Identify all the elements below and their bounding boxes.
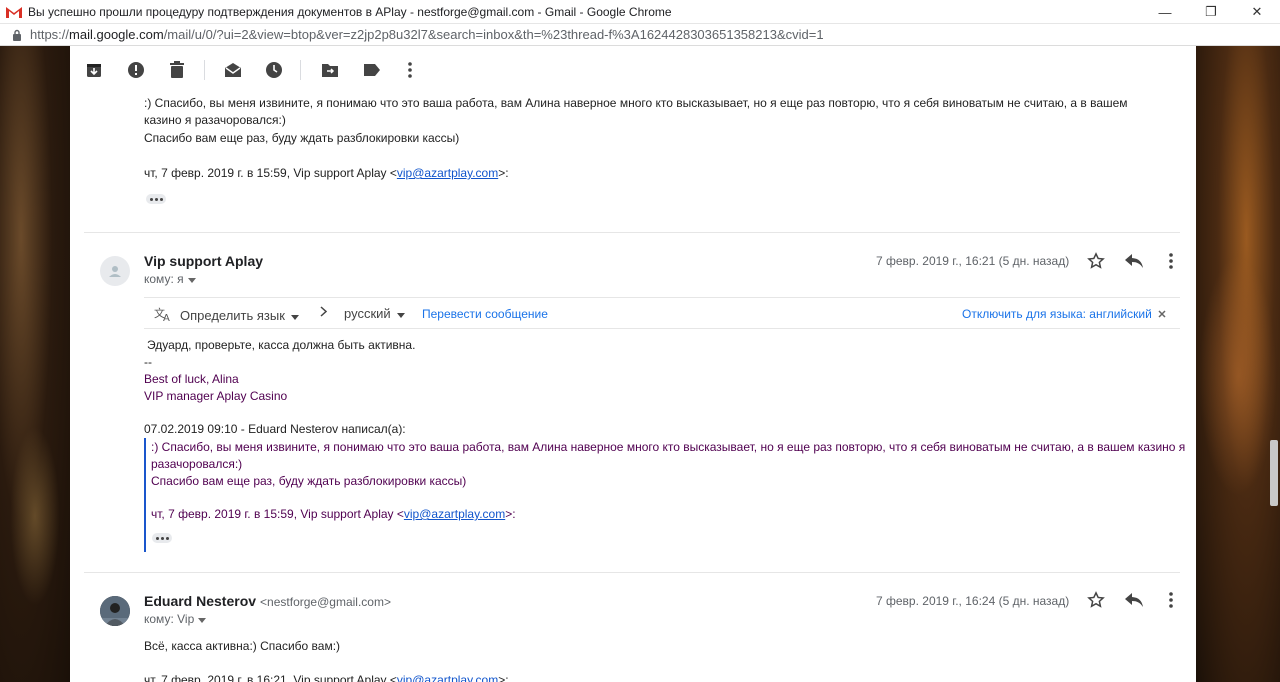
quoted-text-line: казино я разачоровался:) bbox=[144, 113, 286, 127]
email-link[interactable]: vip@azartplay.com bbox=[397, 673, 498, 682]
thread-toolbar bbox=[70, 46, 1196, 94]
toolbar-divider bbox=[300, 60, 301, 80]
window-titlebar: Вы успешно прошли процедуру подтверждени… bbox=[0, 0, 1280, 24]
signature-dash: -- bbox=[144, 355, 152, 369]
attribution-prefix: чт, 7 февр. 2019 г. в 16:21, Vip support… bbox=[144, 673, 397, 682]
more-vert-icon[interactable] bbox=[1160, 589, 1182, 611]
window-controls: — ❐ ✕ bbox=[1142, 0, 1280, 24]
more-vert-icon[interactable] bbox=[1160, 250, 1182, 272]
star-icon[interactable] bbox=[1085, 589, 1107, 611]
url-path: /mail/u/0/?ui=2&view=btop&ver=z2jp2p8u32… bbox=[163, 27, 824, 42]
attribution-suffix: >: bbox=[505, 507, 516, 521]
reply-icon[interactable] bbox=[1123, 589, 1145, 611]
wallpaper-left bbox=[0, 46, 70, 682]
url-scheme: https:// bbox=[30, 27, 70, 42]
sender-name[interactable]: Eduard Nesterov <nestforge@gmail.com> bbox=[144, 593, 391, 609]
message-body: Эдуард, проверьте, касса должна быть акт… bbox=[147, 338, 416, 352]
email-thread-panel: :) Спасибо, вы меня извините, я понимаю … bbox=[70, 46, 1196, 682]
label-icon[interactable] bbox=[362, 60, 382, 80]
email-link[interactable]: vip@azartplay.com bbox=[404, 507, 505, 521]
minimize-button[interactable]: — bbox=[1142, 0, 1188, 24]
archive-icon[interactable] bbox=[84, 60, 104, 80]
close-icon[interactable] bbox=[1158, 306, 1166, 321]
wallpaper-right bbox=[1196, 46, 1280, 682]
delete-icon[interactable] bbox=[167, 60, 187, 80]
disable-language-link[interactable]: Отключить для языка: английский bbox=[962, 306, 1166, 321]
mark-unread-icon[interactable] bbox=[223, 60, 243, 80]
signature-line: Best of luck, Alina bbox=[144, 372, 239, 386]
translate-message-link[interactable]: Перевести сообщение bbox=[422, 307, 548, 321]
address-bar[interactable]: https://mail.google.com/mail/u/0/?ui=2&v… bbox=[0, 24, 1280, 46]
attribution-prefix: чт, 7 февр. 2019 г. в 15:59, Vip support… bbox=[144, 166, 397, 180]
gmail-logo-icon bbox=[6, 4, 22, 20]
email-link[interactable]: vip@azartplay.com bbox=[397, 166, 498, 180]
recipient-line[interactable]: кому: Vip bbox=[144, 612, 207, 626]
recipient-text: кому: Vip bbox=[144, 612, 195, 626]
report-spam-icon[interactable] bbox=[126, 60, 146, 80]
attribution-prefix: чт, 7 февр. 2019 г. в 15:59, Vip support… bbox=[151, 507, 404, 521]
sender-name[interactable]: Vip support Aplay bbox=[144, 253, 263, 269]
quote-bar bbox=[144, 438, 146, 552]
detect-language-dropdown[interactable]: 文A Определить язык bbox=[154, 306, 299, 325]
caret-down-icon bbox=[290, 308, 299, 323]
sender-name-text: Eduard Nesterov bbox=[144, 593, 257, 609]
caret-down-icon bbox=[396, 306, 405, 321]
more-vert-icon[interactable] bbox=[400, 60, 420, 80]
page-scrollbar-thumb[interactable] bbox=[1270, 440, 1278, 506]
message-date: 7 февр. 2019 г., 16:24 (5 дн. назад) bbox=[876, 594, 1070, 608]
detect-language-label: Определить язык bbox=[180, 308, 285, 323]
message-date: 7 февр. 2019 г., 16:21 (5 дн. назад) bbox=[876, 254, 1070, 268]
translate-icon: 文A bbox=[154, 306, 174, 325]
reply-icon[interactable] bbox=[1123, 250, 1145, 272]
target-language-dropdown[interactable]: русский bbox=[344, 306, 405, 321]
chevron-down-icon[interactable] bbox=[187, 272, 196, 286]
quoted-text-line: Спасибо вам еще раз, буду ждать разблоки… bbox=[151, 474, 467, 488]
show-trimmed-content-button[interactable] bbox=[146, 194, 166, 204]
chevron-right-icon bbox=[320, 306, 327, 317]
target-language-label: русский bbox=[344, 306, 391, 321]
translate-bar: 文A Определить язык русский Перевести соо… bbox=[144, 297, 1180, 329]
message-divider bbox=[84, 572, 1180, 573]
message-divider bbox=[84, 232, 1180, 233]
attribution-suffix: >: bbox=[498, 673, 509, 682]
message-body: Всё, касса активна:) Спасибо вам:) bbox=[144, 639, 341, 653]
restore-button[interactable]: ❐ bbox=[1188, 0, 1234, 24]
recipient-text: кому: я bbox=[144, 272, 184, 286]
recipient-line[interactable]: кому: я bbox=[144, 272, 196, 286]
signature-line: VIP manager Aplay Casino bbox=[144, 389, 288, 403]
chevron-down-icon[interactable] bbox=[198, 612, 207, 626]
toolbar-divider bbox=[204, 60, 205, 80]
quoted-text-line: :) Спасибо, вы меня извините, я понимаю … bbox=[144, 96, 1128, 110]
avatar[interactable] bbox=[100, 596, 130, 626]
show-trimmed-content-button[interactable] bbox=[152, 533, 172, 543]
quote-attribution: чт, 7 февр. 2019 г. в 15:59, Vip support… bbox=[144, 166, 509, 180]
lock-icon[interactable] bbox=[12, 29, 22, 41]
move-to-icon[interactable] bbox=[320, 60, 340, 80]
url-text[interactable]: https://mail.google.com/mail/u/0/?ui=2&v… bbox=[30, 27, 824, 42]
quoted-text-line: :) Спасибо, вы меня извините, я понимаю … bbox=[151, 440, 1186, 454]
snooze-icon[interactable] bbox=[264, 60, 284, 80]
avatar[interactable] bbox=[100, 256, 130, 286]
quoted-text-line: разачоровался:) bbox=[151, 457, 243, 471]
quote-attribution: чт, 7 февр. 2019 г. в 15:59, Vip support… bbox=[151, 507, 516, 521]
quoted-text-line: Спасибо вам еще раз, буду ждать разблоки… bbox=[144, 131, 460, 145]
star-icon[interactable] bbox=[1085, 250, 1107, 272]
sender-email: <nestforge@gmail.com> bbox=[260, 595, 391, 609]
close-button[interactable]: ✕ bbox=[1234, 0, 1280, 24]
window-title: Вы успешно прошли процедуру подтверждени… bbox=[28, 4, 672, 19]
attribution-suffix: >: bbox=[498, 166, 509, 180]
quote-attribution: чт, 7 февр. 2019 г. в 16:21, Vip support… bbox=[144, 673, 509, 682]
svg-text:A: A bbox=[163, 313, 170, 322]
disable-language-label: Отключить для языка: английский bbox=[962, 306, 1152, 321]
url-host: mail.google.com bbox=[69, 27, 164, 42]
quote-header: 07.02.2019 09:10 - Eduard Nesterov напис… bbox=[144, 422, 406, 436]
